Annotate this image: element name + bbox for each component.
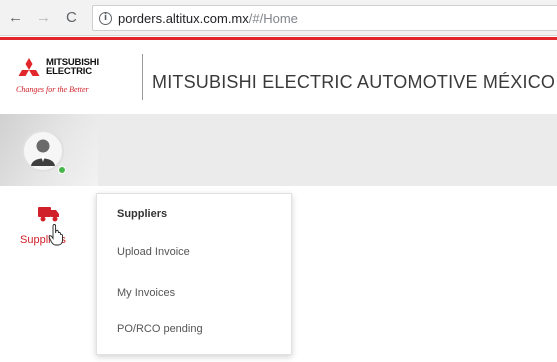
hand-cursor-icon xyxy=(48,224,63,246)
top-band xyxy=(98,114,557,186)
avatar-block xyxy=(0,114,98,186)
company-title: MITSUBISHI ELECTRIC AUTOMOTIVE MÉXICO xyxy=(152,72,556,92)
menu-item-my-invoices[interactable]: My Invoices xyxy=(117,287,175,299)
reload-icon[interactable]: C xyxy=(66,9,77,27)
sidebar: Suppliers xyxy=(0,114,98,362)
dropdown-title: Suppliers xyxy=(117,208,168,220)
url-text[interactable]: porders.altitux.com.mx/#/Home xyxy=(118,11,298,26)
user-avatar-icon[interactable] xyxy=(22,130,64,172)
menu-item-upload-invoice[interactable]: Upload Invoice xyxy=(117,246,190,258)
back-arrow-icon[interactable]: ← xyxy=(8,9,23,27)
menu-item-po-rco-pending[interactable]: PO/RCO pending xyxy=(117,323,203,335)
logo-word-line2: ELECTRIC xyxy=(46,66,92,77)
suppliers-dropdown-menu: Suppliers Upload Invoice My Invoices PO/… xyxy=(96,193,292,355)
url-host: porders.altitux.com.mx xyxy=(118,10,249,26)
user-silhouette-icon xyxy=(31,139,55,166)
header-divider xyxy=(142,54,143,100)
mitsubishi-logo[interactable]: MITSUBISHI ELECTRIC Changes for the Bett… xyxy=(16,54,136,104)
truck-icon xyxy=(38,207,59,222)
logo-wordmark: MITSUBISHI ELECTRIC xyxy=(46,58,99,77)
app-header: MITSUBISHI ELECTRIC Changes for the Bett… xyxy=(0,37,557,113)
info-icon[interactable]: i xyxy=(99,11,112,25)
url-path: /#/Home xyxy=(248,10,298,26)
sidebar-item-suppliers[interactable]: Suppliers xyxy=(14,202,84,252)
diamonds-logo-icon xyxy=(18,58,40,76)
logo-tagline: Changes for the Better xyxy=(16,85,89,94)
address-bar[interactable]: i porders.altitux.com.mx/#/Home xyxy=(92,5,557,31)
online-status-dot xyxy=(58,166,66,174)
forward-arrow-icon[interactable]: → xyxy=(36,9,51,27)
browser-toolbar: ← → C i porders.altitux.com.mx/#/Home xyxy=(0,0,557,36)
